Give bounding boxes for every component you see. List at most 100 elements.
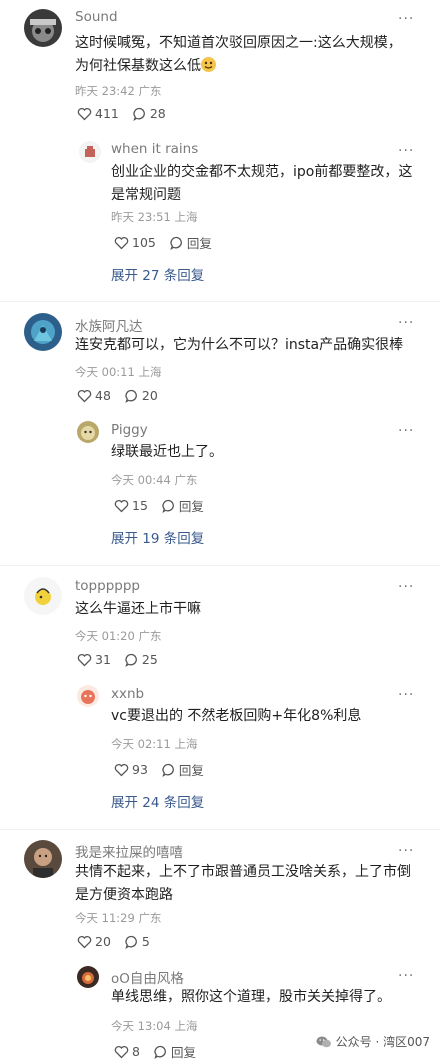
like-count: 20 bbox=[95, 934, 111, 949]
like-button[interactable]: 15 bbox=[114, 498, 148, 513]
avatar[interactable] bbox=[24, 9, 62, 47]
heart-icon bbox=[114, 1045, 129, 1058]
more-options-icon[interactable]: ··· bbox=[398, 844, 414, 858]
like-count: 411 bbox=[95, 106, 119, 121]
like-button[interactable]: 8 bbox=[114, 1044, 140, 1059]
face-emoji-icon bbox=[201, 57, 216, 72]
reply-label: 回复 bbox=[186, 236, 212, 251]
comment-bubble-icon bbox=[133, 107, 145, 121]
avatar[interactable] bbox=[24, 577, 62, 615]
avatar[interactable] bbox=[24, 313, 62, 351]
more-options-icon[interactable]: ··· bbox=[398, 424, 414, 438]
comment-bubble-icon bbox=[125, 653, 137, 667]
like-button[interactable]: 105 bbox=[114, 235, 156, 250]
comment-username[interactable]: 我是来拉屎的嘻嘻 bbox=[75, 841, 183, 861]
reply-username[interactable]: xxnb bbox=[111, 686, 144, 702]
avatar[interactable] bbox=[77, 685, 99, 707]
divider bbox=[0, 829, 440, 830]
heart-icon bbox=[77, 107, 92, 120]
reply-label: 回复 bbox=[170, 1045, 196, 1060]
reply-meta: 今天 13:04 上海 bbox=[111, 1019, 198, 1033]
avatar[interactable] bbox=[77, 966, 99, 988]
reply-button[interactable]: 回复 bbox=[162, 496, 204, 515]
reply-button[interactable]: 回复 bbox=[154, 1042, 196, 1061]
more-options-icon[interactable]: ··· bbox=[398, 580, 414, 594]
reply-text: 创业企业的交金都不太规范，ipo前都要整改，这是常规问题 bbox=[111, 164, 413, 203]
avatar[interactable] bbox=[77, 421, 99, 443]
reply-username[interactable]: oO自由风格 bbox=[111, 967, 184, 987]
comment-meta: 昨天 23:42 广东 bbox=[75, 84, 162, 98]
reply-actions: 105 回复 bbox=[114, 233, 226, 252]
comment-text: 这么牛逼还上市干嘛 bbox=[75, 601, 201, 617]
more-options-icon[interactable]: ··· bbox=[398, 12, 414, 26]
watermark: 公众号 · 湾区007 bbox=[315, 1033, 430, 1050]
reply-count-button[interactable]: 28 bbox=[133, 106, 166, 121]
comment-meta: 今天 00:11 上海 bbox=[75, 365, 162, 379]
reply-count: 20 bbox=[141, 388, 158, 403]
like-button[interactable]: 20 bbox=[77, 934, 111, 949]
comment-actions: 31 25 bbox=[77, 652, 172, 667]
comment-username[interactable]: topppppp bbox=[75, 578, 140, 594]
reply-count: 5 bbox=[141, 934, 150, 949]
comment-bubble-icon bbox=[162, 763, 174, 777]
watermark-label: 公众号 · 湾区007 bbox=[335, 1035, 430, 1049]
more-options-icon[interactable]: ··· bbox=[398, 688, 414, 702]
like-button[interactable]: 48 bbox=[77, 388, 111, 403]
reply-text: 绿联最近也上了。 bbox=[111, 444, 223, 460]
like-button[interactable]: 411 bbox=[77, 106, 119, 121]
expand-replies-link[interactable]: 展开 24 条回复 bbox=[111, 791, 204, 811]
reply-label: 回复 bbox=[178, 499, 204, 514]
divider bbox=[0, 565, 440, 566]
reply-meta: 昨天 23:51 上海 bbox=[111, 210, 198, 224]
expand-replies-link[interactable]: 展开 27 条回复 bbox=[111, 264, 204, 284]
reply-meta: 今天 00:44 广东 bbox=[111, 473, 198, 487]
like-button[interactable]: 31 bbox=[77, 652, 111, 667]
like-button[interactable]: 93 bbox=[114, 762, 148, 777]
comment-bubble-icon bbox=[162, 499, 174, 513]
more-options-icon[interactable]: ··· bbox=[398, 316, 414, 330]
avatar[interactable] bbox=[24, 840, 62, 878]
reply-actions: 8 回复 bbox=[114, 1042, 210, 1061]
like-count: 93 bbox=[132, 762, 148, 777]
reply-count: 28 bbox=[149, 106, 166, 121]
like-count: 8 bbox=[132, 1044, 140, 1059]
heart-icon bbox=[77, 653, 92, 666]
reply-count: 25 bbox=[141, 652, 158, 667]
heart-icon bbox=[77, 389, 92, 402]
comment-meta: 今天 01:20 广东 bbox=[75, 629, 162, 643]
reply-count-button[interactable]: 5 bbox=[125, 934, 150, 949]
reply-text: 单线思维，照你这个道理，股市关关掉得了。 bbox=[111, 989, 391, 1005]
more-options-icon[interactable]: ··· bbox=[398, 969, 414, 983]
comment-actions: 20 5 bbox=[77, 934, 164, 949]
heart-icon bbox=[77, 935, 92, 948]
reply-count-button[interactable]: 20 bbox=[125, 388, 158, 403]
comment-text: 共情不起来，上不了市跟普通员工没啥关系，上了市倒是方便资本跑路 bbox=[75, 864, 411, 903]
wechat-icon bbox=[316, 1036, 331, 1047]
like-count: 105 bbox=[132, 235, 156, 250]
more-options-icon[interactable]: ··· bbox=[398, 144, 414, 158]
reply-actions: 93 回复 bbox=[114, 760, 218, 779]
comment-text: 这时候喊冤，不知道首次驳回原因之一:这么大规模，为何社保基数这么低 bbox=[75, 35, 402, 74]
comment-meta: 今天 11:29 广东 bbox=[75, 911, 162, 925]
avatar[interactable] bbox=[79, 141, 101, 163]
comment-actions: 411 28 bbox=[77, 106, 180, 121]
reply-button[interactable]: 回复 bbox=[162, 760, 204, 779]
reply-button[interactable]: 回复 bbox=[170, 233, 212, 252]
comment-bubble-icon bbox=[170, 236, 182, 250]
like-count: 15 bbox=[132, 498, 148, 513]
reply-count-button[interactable]: 25 bbox=[125, 652, 158, 667]
comment-username[interactable]: Sound bbox=[75, 9, 118, 25]
reply-username[interactable]: when it rains bbox=[111, 141, 198, 157]
divider bbox=[0, 301, 440, 302]
like-count: 31 bbox=[95, 652, 111, 667]
expand-replies-link[interactable]: 展开 19 条回复 bbox=[111, 527, 204, 547]
reply-username[interactable]: Piggy bbox=[111, 422, 148, 438]
reply-actions: 15 回复 bbox=[114, 496, 218, 515]
comment-bubble-icon bbox=[125, 389, 137, 403]
reply-meta: 今天 02:11 上海 bbox=[111, 737, 198, 751]
comment-text: 连安克都可以，它为什么不可以？insta产品确实很棒 bbox=[75, 337, 404, 353]
comment-username[interactable]: 水族阿凡达 bbox=[75, 315, 143, 335]
heart-icon bbox=[114, 763, 129, 776]
heart-icon bbox=[114, 236, 129, 249]
comment-actions: 48 20 bbox=[77, 388, 172, 403]
